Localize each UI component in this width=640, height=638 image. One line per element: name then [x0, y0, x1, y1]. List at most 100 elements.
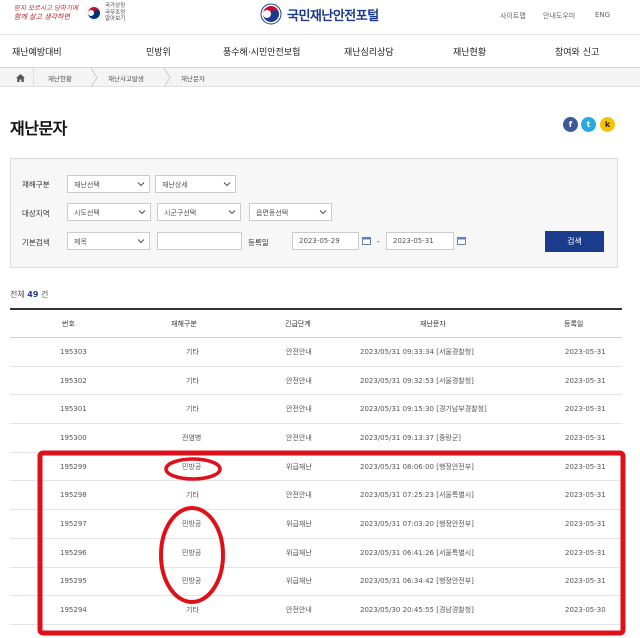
- cell-urgency: 안전안내: [286, 606, 312, 615]
- cell-urgency: 위급재난: [286, 519, 312, 528]
- calendar-icon[interactable]: [457, 236, 466, 245]
- table-row[interactable]: 195294 기타 안전안내 2023/05/30 20:45:55 [경남경찰청] 2…: [10, 596, 622, 625]
- guide-link[interactable]: 안내도우미: [543, 11, 575, 21]
- gov-brand[interactable]: 믿지 모르시고 당하기에 함께 살고 생각하면 국가상징 국무조정 알아보기: [14, 3, 127, 23]
- cell-urgency: 위급재난: [286, 548, 312, 557]
- region-label: 대상지역: [22, 209, 50, 218]
- chevron-right-icon: [90, 68, 98, 87]
- col-number: 번호: [62, 319, 75, 328]
- chevron-right-icon: [163, 68, 171, 87]
- total-count: 전체 49 건: [10, 289, 48, 300]
- cell-date: 2023-05-31: [565, 462, 606, 471]
- cell-message[interactable]: 2023/05/31 07:03:20 [행정안전부]: [360, 519, 474, 529]
- sitemap-link[interactable]: 사이트맵: [500, 11, 526, 21]
- cell-message[interactable]: 2023/05/31 09:32:53 [서울경찰청]: [360, 376, 474, 386]
- nav-status[interactable]: 재난현황: [453, 45, 486, 58]
- cell-date: 2023-05-31: [565, 405, 606, 414]
- col-disaster-type: 재해구분: [171, 319, 197, 328]
- date-from-input[interactable]: 2023-05-29: [292, 232, 359, 250]
- table-row[interactable]: 195300 전염병 안전안내 2023/05/31 09:13:37 [중랑군] 20…: [10, 424, 622, 453]
- cell-message[interactable]: 2023/05/31 09:15:30 [경기남부경찰청]: [360, 404, 487, 414]
- chevron-down-icon: [228, 210, 236, 215]
- breadcrumb-current[interactable]: 재난문자: [181, 73, 205, 83]
- cell-number: 195300: [60, 433, 87, 442]
- cell-disaster-type: 민방공: [182, 548, 202, 557]
- cell-message[interactable]: 2023/05/30 20:45:55 [경남경찰청]: [360, 605, 474, 615]
- date-to-value: 2023-05-31: [393, 237, 434, 245]
- search-field-select[interactable]: 제목: [67, 232, 150, 250]
- cell-number: 195295: [60, 577, 87, 586]
- cell-date: 2023-05-31: [565, 376, 606, 385]
- nav-participation[interactable]: 참여와 신고: [555, 45, 599, 58]
- total-prefix: 전체: [10, 290, 25, 299]
- taegukgi-icon: [86, 5, 102, 21]
- cell-urgency: 안전안내: [286, 376, 312, 385]
- cell-number: 195297: [60, 519, 87, 528]
- portal-logo[interactable]: 국민재난안전포털: [260, 3, 379, 25]
- kakao-icon[interactable]: k: [600, 117, 615, 132]
- nav-counseling[interactable]: 재난심리상담: [344, 45, 394, 58]
- home-icon: [16, 73, 25, 82]
- table-row[interactable]: 195297 민방공 위급재난 2023/05/31 07:03:20 [행정안전부]…: [10, 510, 622, 539]
- cell-number: 195303: [60, 347, 87, 356]
- cell-message[interactable]: 2023/05/31 06:41:26 [서울특별시]: [360, 548, 474, 558]
- cell-disaster-type: 기타: [186, 606, 199, 615]
- cell-urgency: 안전안내: [286, 433, 312, 442]
- cell-date: 2023-05-31: [565, 519, 606, 528]
- calendar-icon[interactable]: [362, 236, 371, 245]
- breadcrumb-item[interactable]: 재난사고발생: [108, 73, 144, 83]
- english-link[interactable]: ENG: [595, 11, 610, 19]
- cell-number: 195301: [60, 405, 87, 414]
- table-row[interactable]: 195299 민방공 위급재난 2023/05/31 08:06:00 [행정안전부]…: [10, 453, 622, 482]
- cell-date: 2023-05-30: [565, 606, 606, 615]
- cell-message[interactable]: 2023/05/31 06:34:42 [행정안전부]: [360, 576, 474, 586]
- main-navigation: 재난예방대비 민방위 풍수해·시민안전보험 재난심리상담 재난현황 참여와 신고: [0, 34, 640, 68]
- disaster-select[interactable]: 재난선택: [67, 175, 150, 193]
- total-suffix: 건: [40, 290, 49, 299]
- search-button[interactable]: 검색: [545, 231, 604, 252]
- eupmyeondong-select[interactable]: 읍면동선택: [249, 203, 332, 221]
- breadcrumb: 재난현황 재난사고발생 재난문자: [0, 68, 640, 87]
- gov-label: 국가상징 국무조정 알아보기: [105, 3, 126, 22]
- breadcrumb-home[interactable]: [8, 68, 34, 87]
- table-row[interactable]: 195298 기타 안전안내 2023/05/31 07:25:23 [서울특별시] 2…: [10, 481, 622, 511]
- cell-message[interactable]: 2023/05/31 09:33:34 [서울경찰청]: [360, 347, 474, 357]
- twitter-icon[interactable]: t: [581, 117, 596, 132]
- disaster-type-label: 재해구분: [22, 180, 50, 189]
- cell-message[interactable]: 2023/05/31 09:13:37 [중랑군]: [360, 433, 461, 443]
- disaster-select-value: 재난선택: [74, 181, 100, 189]
- slogan-line-2: 함께 살고 생각하면: [14, 12, 70, 21]
- cell-message[interactable]: 2023/05/31 08:06:00 [행정안전부]: [360, 462, 474, 472]
- col-message: 재난문자: [420, 319, 446, 328]
- table-row[interactable]: 195303 기타 안전안내 2023/05/31 09:33:34 [서울경찰청] 2…: [10, 338, 622, 367]
- sigungu-select-value: 시군구선택: [164, 209, 197, 217]
- cell-urgency: 안전안내: [286, 491, 312, 500]
- table-row[interactable]: 195296 민방공 위급재난 2023/05/31 06:41:26 [서울특별시]…: [10, 539, 622, 568]
- table-row[interactable]: 195302 기타 안전안내 2023/05/31 09:32:53 [서울경찰청] 2…: [10, 367, 622, 396]
- cell-urgency: 안전안내: [286, 405, 312, 414]
- keyword-input[interactable]: [157, 232, 242, 250]
- cell-urgency: 위급재난: [286, 577, 312, 586]
- facebook-icon[interactable]: f: [563, 117, 578, 132]
- sido-select[interactable]: 시도선택: [67, 203, 151, 221]
- cell-disaster-type: 기타: [186, 376, 199, 385]
- site-title: 국민재난안전포털: [287, 8, 379, 24]
- breadcrumb-item[interactable]: 재난현황: [48, 73, 72, 83]
- nav-prevention[interactable]: 재난예방대비: [12, 45, 62, 58]
- eupmyeondong-select-value: 읍면동선택: [256, 209, 289, 217]
- date-label: 등록일: [248, 238, 269, 247]
- date-to-input[interactable]: 2023-05-31: [386, 232, 454, 250]
- date-separator: -: [377, 237, 380, 246]
- header: 믿지 모르시고 당하기에 함께 살고 생각하면 국가상징 국무조정 알아보기 국…: [0, 0, 640, 34]
- cell-disaster-type: 민방공: [182, 519, 202, 528]
- disaster-detail-select[interactable]: 재난상세: [155, 175, 236, 193]
- table-row[interactable]: 195295 민방공 위급재난 2023/05/31 06:34:42 [행정안전부]…: [10, 568, 622, 597]
- chevron-down-icon: [137, 182, 145, 187]
- nav-civil-defense[interactable]: 민방위: [146, 45, 171, 58]
- nav-insurance[interactable]: 풍수해·시민안전보험: [223, 45, 300, 58]
- table-row[interactable]: 195301 기타 안전안내 2023/05/31 09:15:30 [경기남부경찰청…: [10, 395, 622, 425]
- cell-date: 2023-05-31: [565, 577, 606, 586]
- cell-disaster-type: 민방공: [182, 577, 202, 586]
- sigungu-select[interactable]: 시군구선택: [157, 203, 241, 221]
- cell-message[interactable]: 2023/05/31 07:25:23 [서울특별시]: [360, 490, 474, 500]
